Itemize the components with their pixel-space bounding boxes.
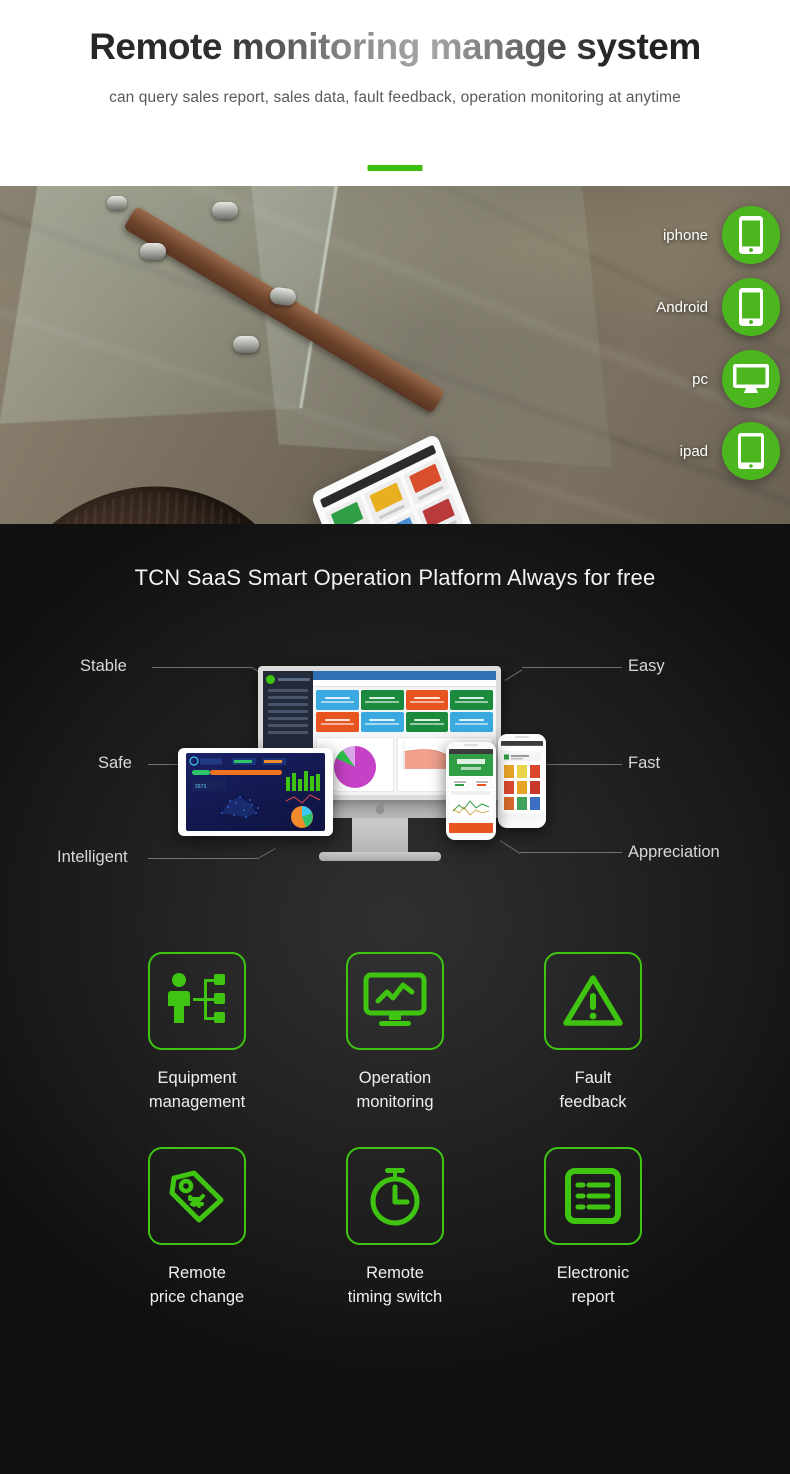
connector-line — [499, 840, 521, 854]
list-report-icon — [544, 1146, 642, 1245]
connector-line — [522, 667, 622, 668]
phone-mockup-report — [446, 742, 496, 840]
desktop-stand-foot — [318, 852, 441, 861]
feature-fault-feedback[interactable]: Fault feedback — [533, 952, 653, 1115]
phone-sales-report — [449, 749, 493, 833]
stat-card — [405, 690, 449, 710]
features-row: Equipment management Operation monitorin… — [0, 952, 790, 1115]
phone-product-grid — [501, 741, 543, 821]
landing-page: Remote monitoring manage system can quer… — [0, 0, 790, 1474]
sidebar-nav-item — [268, 710, 308, 713]
platform-item-android: Android — [656, 278, 780, 336]
stat-card — [360, 712, 404, 732]
tablet-dashboard: 2673 — [189, 756, 321, 828]
sidebar-nav-item — [268, 689, 308, 692]
feature-label: Fault feedback — [559, 1069, 627, 1111]
sidebar-nav-item — [268, 731, 308, 734]
stat-card — [450, 712, 493, 732]
connector-line — [152, 667, 252, 668]
phone-notch — [515, 736, 529, 738]
platform-label: ipad — [679, 442, 708, 460]
platform-item-iphone: iphone — [663, 206, 780, 264]
phone-notch — [464, 744, 478, 746]
feature-remote-timing-switch[interactable]: Remote timing switch — [335, 1146, 455, 1310]
mobile-phone-icon — [722, 278, 780, 336]
supported-platforms-list: iphone Android pc ipad — [600, 186, 790, 524]
railing-clamp — [107, 196, 127, 210]
sidebar-nav-item — [268, 696, 308, 699]
dashboard-logo — [266, 675, 310, 684]
desktop-monitor-icon — [722, 350, 780, 408]
feature-electronic-report[interactable]: Electronic report — [533, 1146, 653, 1310]
railing-clamp — [233, 336, 259, 353]
connector-line — [148, 858, 258, 859]
railing-clamp — [212, 202, 238, 219]
stat-card — [316, 690, 359, 710]
sidebar-nav-item — [268, 703, 308, 706]
stat-card — [360, 690, 404, 710]
hero-subtitle: can query sales report, sales data, faul… — [109, 89, 681, 106]
feature-equipment-management[interactable]: Equipment management — [137, 952, 257, 1115]
feature-label: Equipment management — [148, 1069, 246, 1111]
platform-item-pc: pc — [692, 350, 780, 408]
accent-divider — [367, 165, 423, 171]
org-chart-person-icon — [148, 952, 246, 1050]
feature-label: Operation monitoring — [356, 1069, 434, 1111]
desktop-stand-neck — [351, 818, 408, 852]
device-cluster: Stable Safe Intelligent Easy Fast Apprec… — [0, 640, 790, 880]
platform-label: iphone — [662, 226, 708, 244]
platform-item-ipad: ipad — [680, 422, 780, 480]
stat-card — [405, 712, 449, 732]
feature-label-fast: Fast — [628, 754, 661, 772]
stat-card — [450, 690, 493, 710]
phone-mockup-products — [498, 734, 546, 828]
hero-section: Remote monitoring manage system can quer… — [0, 0, 790, 186]
monitor-chart-icon — [346, 952, 444, 1050]
platform-heading: TCN SaaS Smart Operation Platform Always… — [134, 565, 656, 590]
platform-label: pc — [692, 370, 708, 388]
railing-clamp — [140, 243, 166, 260]
warning-triangle-icon — [544, 952, 642, 1050]
pie-chart — [334, 745, 376, 788]
feature-label-easy: Easy — [628, 657, 665, 675]
features-row: Remote price change Remote timing switch — [0, 1146, 790, 1310]
sidebar-nav-item — [268, 717, 308, 720]
page-title: Remote monitoring manage system — [89, 26, 701, 67]
feature-label-stable: Stable — [80, 657, 127, 675]
price-tag-icon — [148, 1146, 246, 1245]
connector-line — [520, 852, 622, 853]
platform-label: Android — [656, 298, 708, 316]
tablet-icon — [722, 422, 780, 480]
dashboard-topbar — [313, 671, 496, 680]
features-grid: Equipment management Operation monitorin… — [0, 952, 790, 1342]
feature-label: Remote timing switch — [347, 1263, 443, 1306]
phone-screen — [449, 749, 493, 833]
hero-photo-banner: iphone Android pc ipad — [0, 186, 790, 524]
feature-remote-price-change[interactable]: Remote price change — [137, 1146, 257, 1310]
apple-logo-icon — [375, 804, 384, 814]
feature-label-safe: Safe — [98, 754, 132, 772]
tablet-mockup: 2673 — [178, 748, 333, 836]
feature-label-intelligent: Intelligent — [57, 848, 128, 866]
dashboard-breadcrumb — [313, 680, 496, 687]
feature-label: Electronic report — [556, 1263, 630, 1306]
tablet-screen: 2673 — [186, 753, 325, 831]
mobile-phone-icon — [722, 206, 780, 264]
stat-card — [316, 712, 359, 732]
dashboard-stat-cards — [313, 687, 496, 735]
feature-label: Remote price change — [149, 1263, 245, 1306]
connector-line — [504, 669, 523, 681]
phone-screen — [501, 741, 543, 821]
feature-operation-monitoring[interactable]: Operation monitoring — [335, 952, 455, 1115]
sidebar-nav-item — [268, 724, 308, 727]
svg-text:2673: 2673 — [195, 784, 206, 790]
stopwatch-icon — [346, 1146, 444, 1245]
feature-label-appreciation: Appreciation — [628, 843, 720, 861]
